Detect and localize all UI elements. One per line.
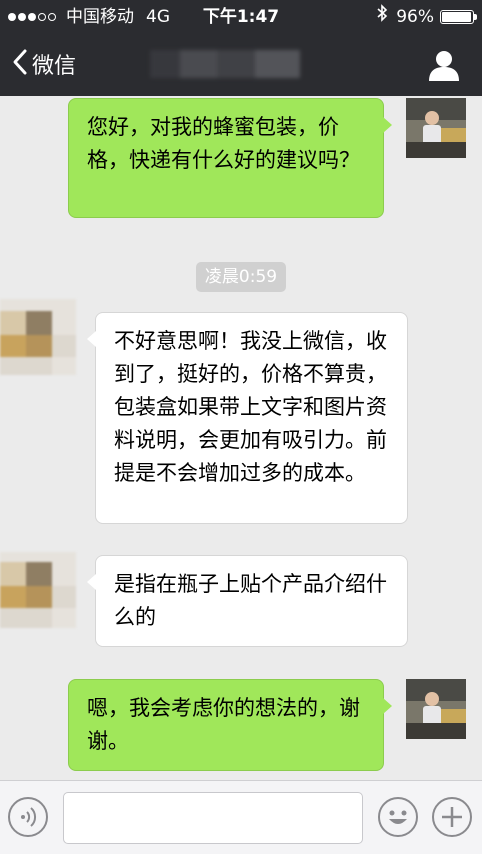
- battery-icon: [440, 10, 477, 24]
- avatar-other[interactable]: [0, 299, 76, 375]
- avatar-other[interactable]: [0, 552, 76, 628]
- nav-bar: 微信: [0, 34, 482, 96]
- battery-percent: 96%: [396, 7, 434, 27]
- bluetooth-icon: [376, 0, 388, 34]
- avatar-me[interactable]: [406, 98, 466, 158]
- plus-button[interactable]: [432, 797, 472, 837]
- person-icon[interactable]: [426, 48, 462, 82]
- back-button[interactable]: 微信: [12, 46, 76, 82]
- voice-button[interactable]: [8, 797, 48, 837]
- input-bar: [0, 780, 482, 854]
- emoji-icon: [389, 810, 407, 824]
- message-bubble-received[interactable]: 不好意思啊！我没上微信，收到了，挺好的，价格不算贵，包装盒如果带上文字和图片资料…: [87, 312, 408, 524]
- back-chevron-icon: [12, 48, 28, 80]
- status-bar: 中国移动 4G 下午1:47 96%: [0, 0, 482, 34]
- plus-icon: [442, 807, 462, 827]
- voice-icon: [21, 807, 37, 827]
- battery-fill: [442, 12, 471, 22]
- timestamp: 凌晨0:59: [196, 262, 286, 292]
- message-bubble-sent[interactable]: 您好，对我的蜂蜜包装，价格，快递有什么好的建议吗？: [68, 98, 392, 218]
- chat-area[interactable]: 您好，对我的蜂蜜包装，价格，快递有什么好的建议吗？ 凌晨0:59 不好意思啊！我…: [0, 96, 482, 780]
- chat-title-blurred: [150, 50, 300, 78]
- message-bubble-received[interactable]: 是指在瓶子上贴个产品介绍什么的: [87, 555, 408, 647]
- back-label: 微信: [32, 54, 77, 79]
- top-bar: 中国移动 4G 下午1:47 96% 微信: [0, 0, 482, 96]
- battery-nub: [474, 14, 477, 20]
- avatar-me[interactable]: [406, 679, 466, 739]
- message-input[interactable]: [63, 792, 363, 844]
- message-bubble-sent[interactable]: 嗯，我会考虑你的想法的，谢谢。: [68, 679, 392, 771]
- status-right: 96%: [376, 0, 477, 34]
- emoji-button[interactable]: [378, 797, 418, 837]
